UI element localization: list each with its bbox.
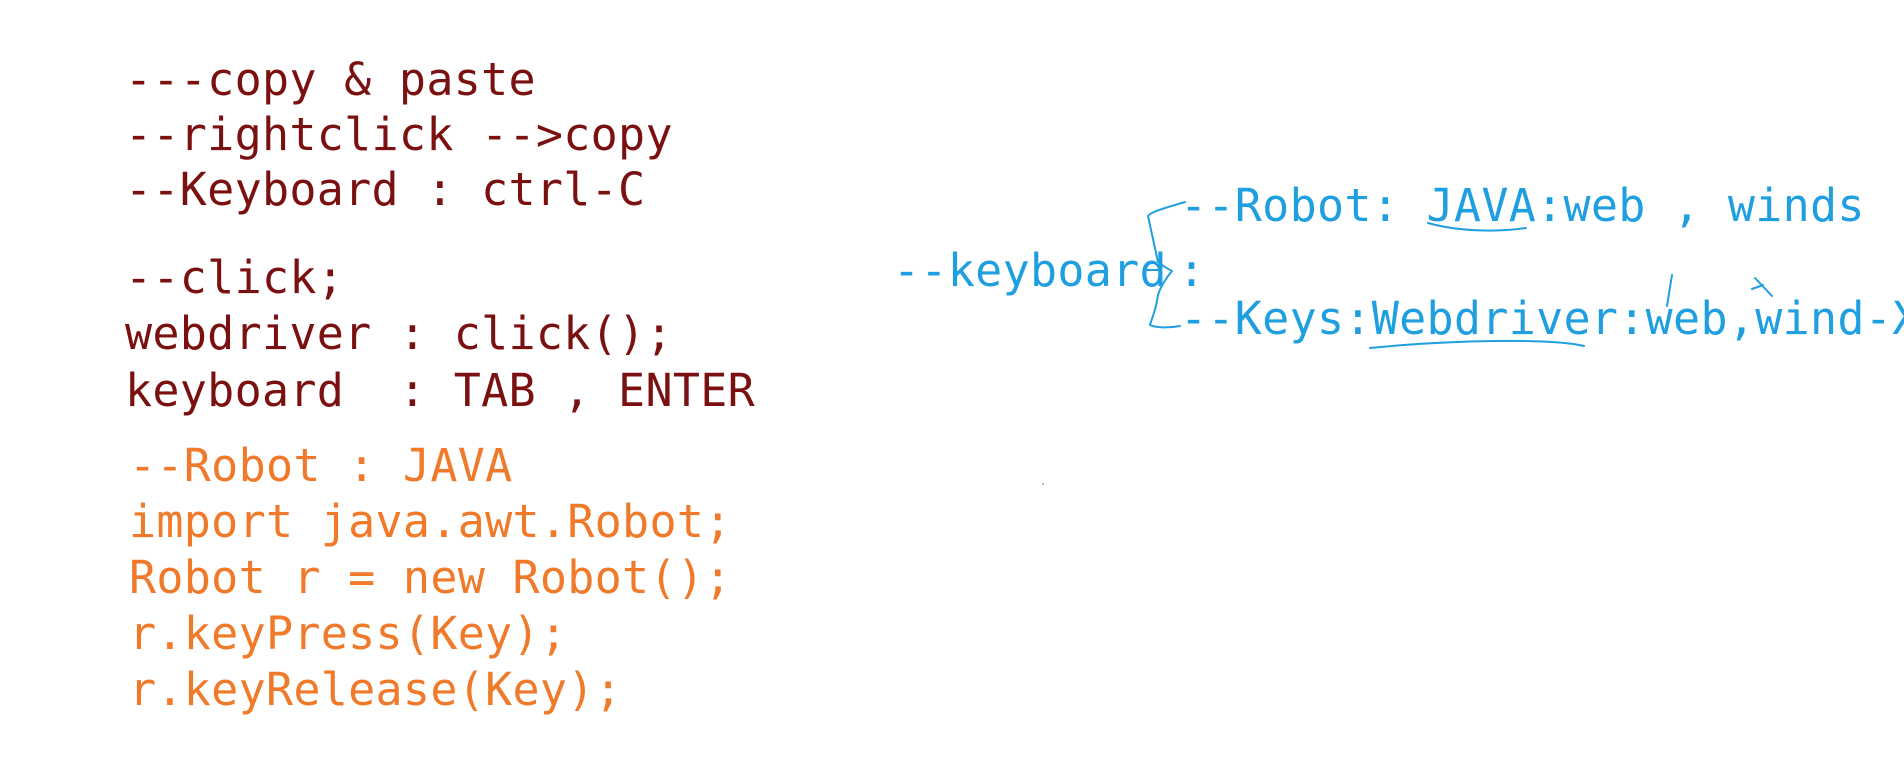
cross-mark	[1751, 277, 1773, 297]
underline-webdriver	[1369, 339, 1585, 349]
underline-java	[1427, 222, 1527, 232]
stray-dot	[1041, 482, 1045, 486]
tick-mark	[1666, 274, 1673, 307]
brace-stroke	[1147, 201, 1186, 329]
handwritten-annotations	[1041, 201, 1773, 486]
